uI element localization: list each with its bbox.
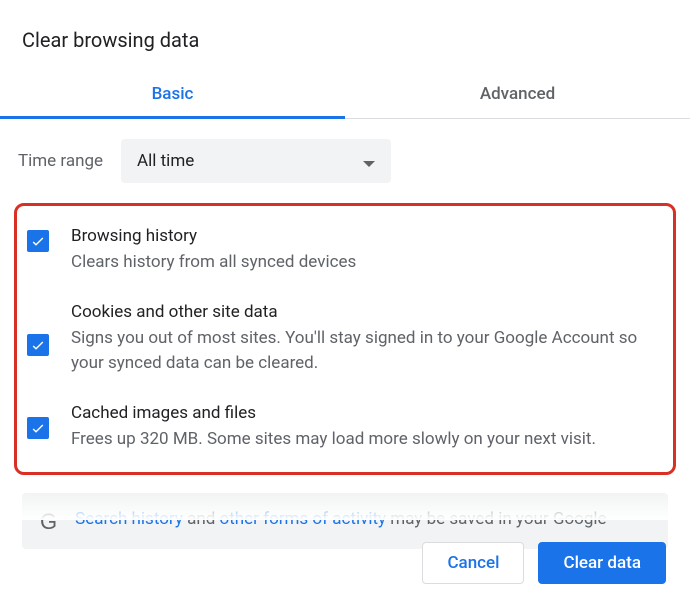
cancel-button[interactable]: Cancel	[422, 542, 524, 584]
dialog-title: Clear browsing data	[0, 0, 690, 70]
time-range-value: All time	[137, 151, 194, 171]
time-range-label: Time range	[18, 151, 103, 171]
info-text-tail: may be saved in your Google	[386, 509, 607, 529]
option-title: Cached images and files	[71, 403, 659, 423]
checkmark-icon	[30, 337, 46, 353]
search-history-link[interactable]: Search history	[75, 509, 183, 529]
option-title: Browsing history	[71, 226, 659, 246]
info-text-mid: and	[183, 509, 220, 529]
tab-advanced[interactable]: Advanced	[345, 70, 690, 118]
option-desc: Signs you out of most sites. You'll stay…	[71, 326, 659, 377]
google-info-box: G Search history and other forms of acti…	[22, 493, 668, 549]
google-g-icon: G	[40, 509, 57, 535]
time-range-row: Time range All time	[0, 119, 690, 203]
tab-basic[interactable]: Basic	[0, 70, 345, 118]
checkmark-icon	[30, 233, 46, 249]
checkbox-cached[interactable]	[27, 417, 49, 439]
tab-bar: Basic Advanced	[0, 70, 690, 119]
time-range-select[interactable]: All time	[121, 139, 391, 183]
dropdown-arrow-icon	[363, 152, 375, 171]
option-cached: Cached images and files Frees up 320 MB.…	[21, 395, 669, 461]
other-forms-link[interactable]: other forms of activity	[220, 509, 387, 529]
option-cookies: Cookies and other site data Signs you ou…	[21, 294, 669, 395]
checkmark-icon	[30, 420, 46, 436]
checkbox-cookies[interactable]	[27, 334, 49, 356]
highlight-box: Browsing history Clears history from all…	[14, 203, 676, 475]
checkbox-browsing-history[interactable]	[27, 230, 49, 252]
option-desc: Clears history from all synced devices	[71, 250, 659, 276]
clear-data-button[interactable]: Clear data	[538, 542, 666, 584]
info-text: Search history and other forms of activi…	[75, 507, 606, 533]
option-browsing-history: Browsing history Clears history from all…	[21, 218, 669, 294]
option-title: Cookies and other site data	[71, 302, 659, 322]
button-row: Cancel Clear data	[422, 542, 666, 584]
option-desc: Frees up 320 MB. Some sites may load mor…	[71, 427, 659, 453]
